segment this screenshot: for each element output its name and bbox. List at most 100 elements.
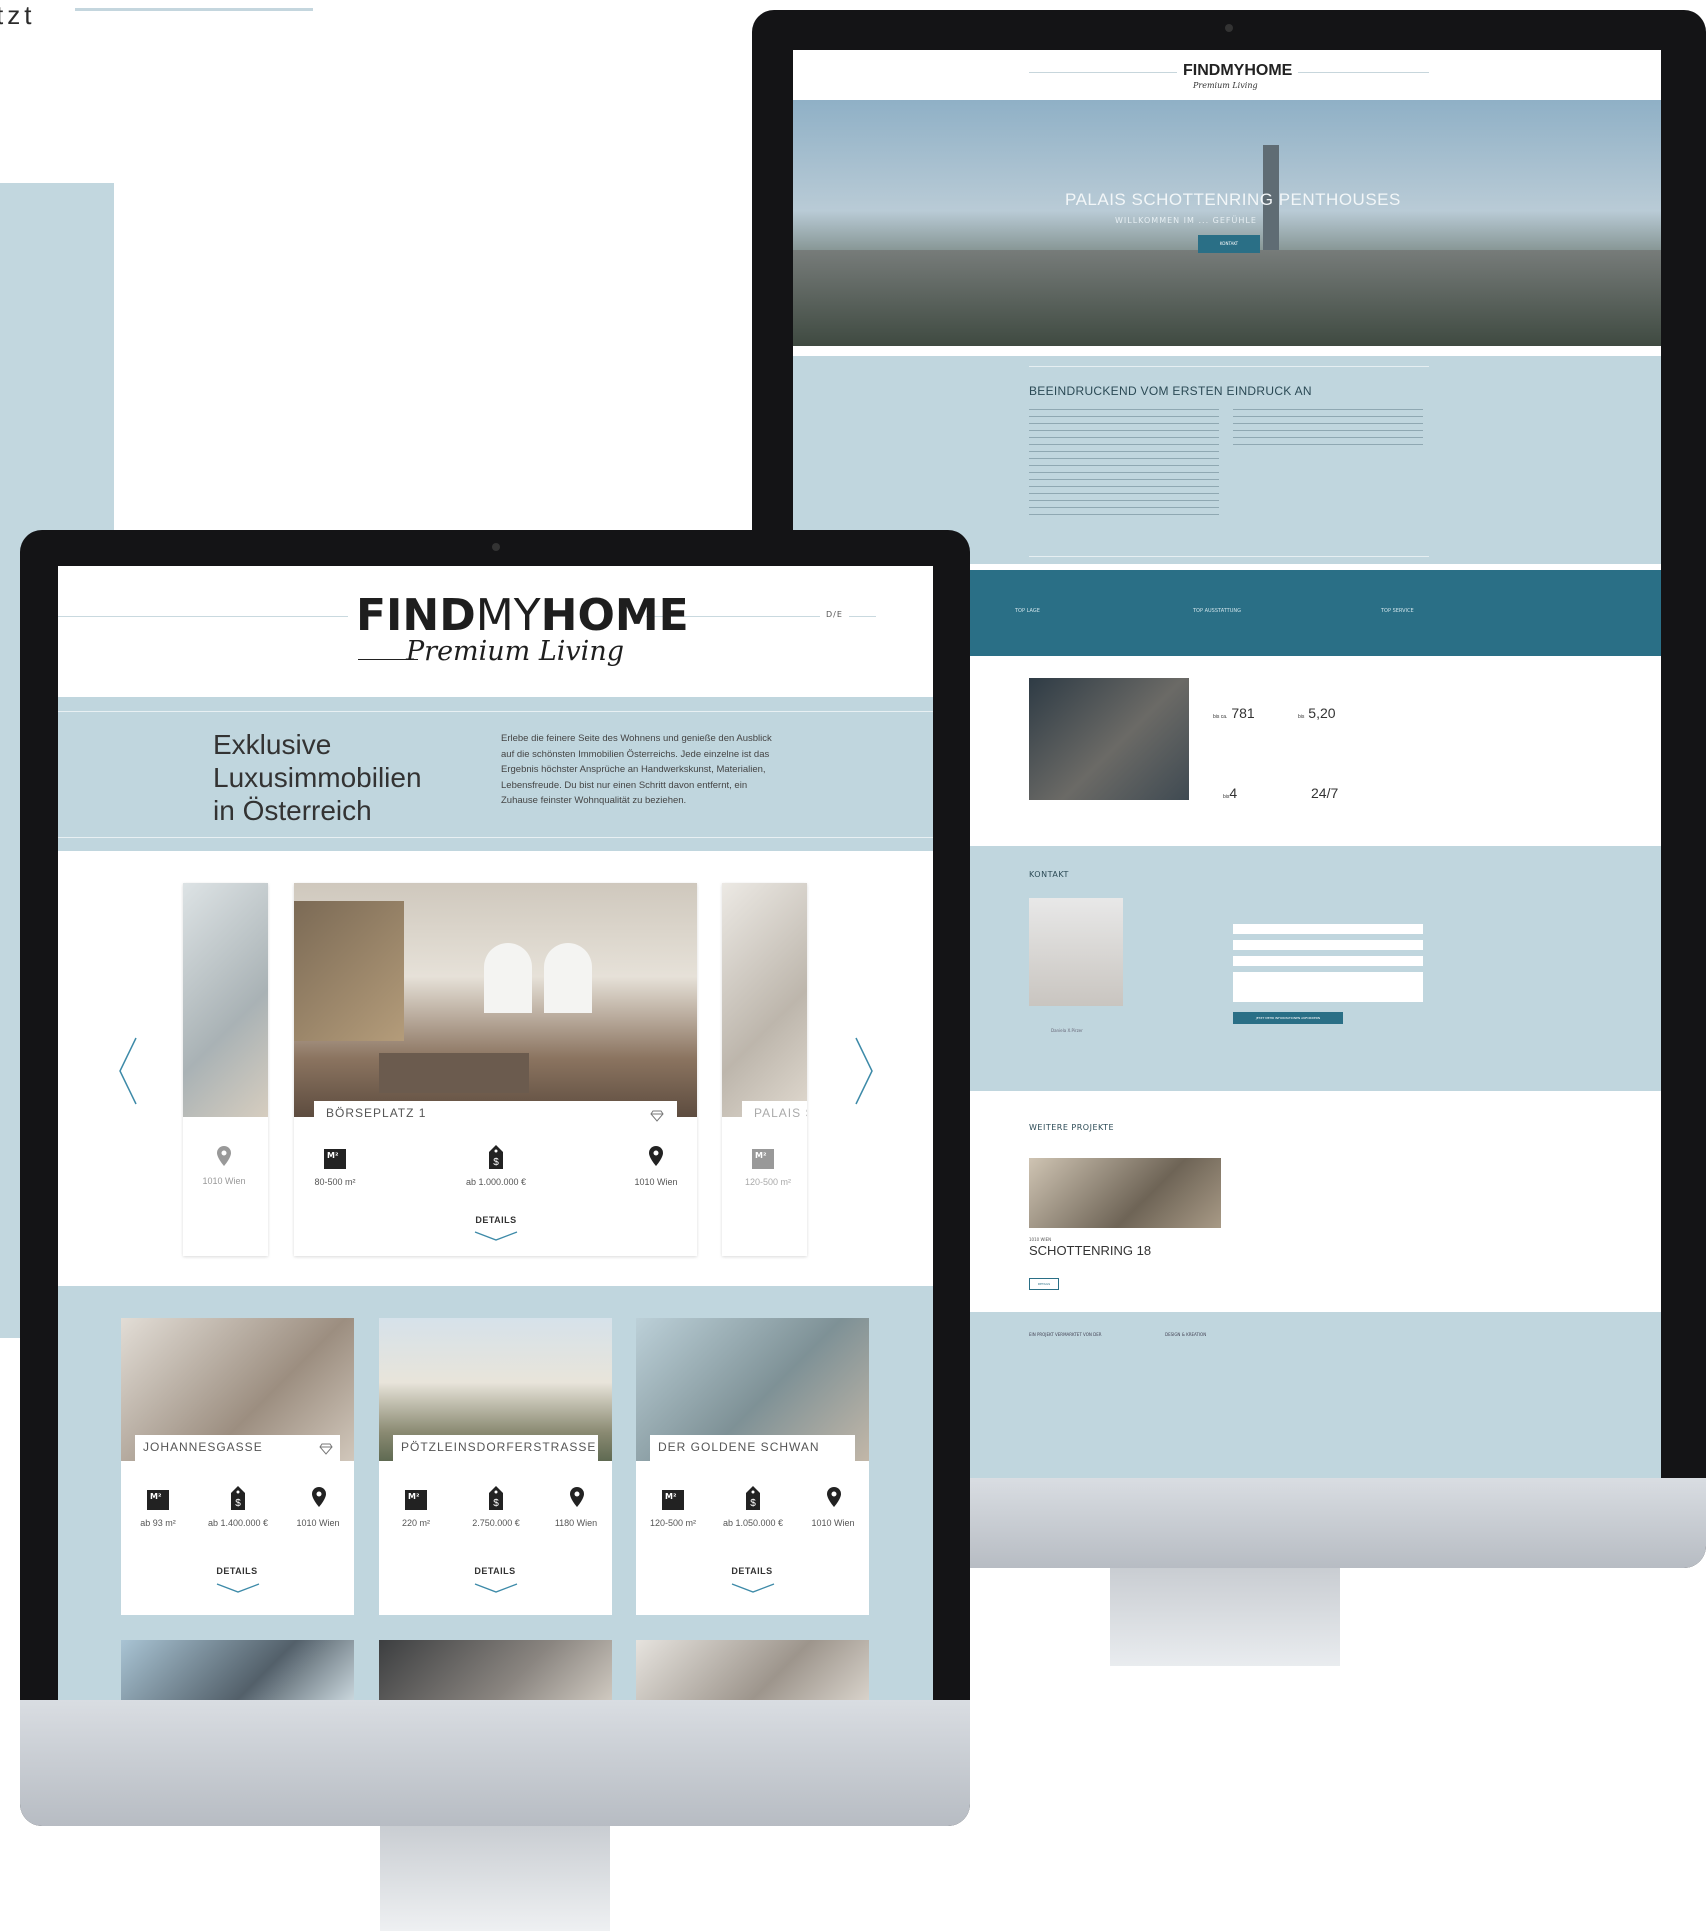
chevron-down-icon[interactable]: [216, 1578, 260, 1593]
back-contact-name: Daniela X.Pirzer: [1051, 1028, 1083, 1033]
details-link[interactable]: DETAILS: [463, 1566, 527, 1576]
card-price: ab 1.400.000 €: [207, 1518, 269, 1528]
back-feature-1: TOP LAGE: [1015, 608, 1040, 614]
back-contact-photo: [1029, 898, 1123, 1006]
price-tag-icon: $: [745, 1485, 761, 1511]
card-location: 1010 Wien: [634, 1177, 678, 1187]
logo-part-my: MY: [475, 590, 541, 641]
carousel-prev-arrow[interactable]: [114, 1036, 144, 1106]
back-hero-title: PALAIS SCHOTTENRING PENTHOUSES: [1065, 190, 1401, 209]
front-monitor-stand: [380, 1826, 610, 1931]
front-monitor-chin: [20, 1700, 970, 1826]
back-feature-2: TOP AUSSTATTUNG: [1193, 608, 1242, 614]
card-size: 80-500 m²: [314, 1177, 356, 1187]
details-link[interactable]: DETAILS: [720, 1566, 784, 1576]
card-size: 120-500 m²: [649, 1518, 697, 1528]
grid-card-row2-3[interactable]: [636, 1640, 869, 1700]
carousel-card-prev[interactable]: 1010 Wien: [183, 883, 268, 1256]
card-price: ab 1.000.000 €: [465, 1177, 527, 1187]
location-pin-icon: [311, 1486, 327, 1508]
grid-card-row2-2[interactable]: [379, 1640, 612, 1700]
back-hero-subtitle: WILLKOMMEN IM ... GEFÜHLE: [1115, 216, 1257, 225]
back-form-input-1[interactable]: [1233, 924, 1423, 934]
details-link[interactable]: DETAILS: [464, 1215, 528, 1225]
intro-headline-line-1: Exklusive: [213, 729, 332, 760]
back-form-input-3[interactable]: [1233, 956, 1423, 966]
card-price: 2.750.000 €: [472, 1518, 520, 1528]
back-form-input-2[interactable]: [1233, 940, 1423, 950]
location-pin-icon: [216, 1145, 232, 1167]
card-size: 220 m²: [401, 1518, 430, 1528]
back-project-button[interactable]: DETAILS: [1029, 1278, 1059, 1290]
back-intro-text-left: [1029, 406, 1219, 516]
card-title: PÖTZLEINSDORFERSTRASSE: [393, 1435, 598, 1463]
location-pin-icon: [826, 1486, 842, 1508]
back-monitor-stand: [1110, 1568, 1340, 1666]
area-m2-icon: M²: [662, 1490, 684, 1510]
area-m2-icon: M²: [752, 1149, 774, 1169]
price-tag-icon: $: [488, 1485, 504, 1511]
diamond-icon: [319, 1440, 333, 1455]
back-hero-button[interactable]: KONTAKT: [1198, 235, 1260, 253]
back-project-city: 1010 WIEN: [1029, 1237, 1052, 1242]
back-stat-2: bis 5,20: [1298, 705, 1336, 721]
grid-card-johannesgasse[interactable]: JOHANNESGASSE M² ab 93 m² $ ab 1.400.000…: [121, 1318, 354, 1615]
location-pin-icon: [648, 1145, 664, 1167]
card-size: ab 93 m²: [140, 1518, 176, 1528]
area-m2-icon: M²: [405, 1490, 427, 1510]
chevron-down-icon[interactable]: [474, 1226, 518, 1241]
card-photo: [722, 883, 807, 1117]
carousel-card-boerseplatz[interactable]: BÖRSEPLATZ 1 M² 80-500 m² $ ab 1.000.000…: [294, 883, 697, 1256]
back-more-title: WEITERE PROJEKTE: [1029, 1123, 1115, 1132]
back-monitor-camera: [1225, 24, 1233, 32]
grid-card-der-goldene-schwan[interactable]: DER GOLDENE SCHWAN M² 120-500 m² $ ab 1.…: [636, 1318, 869, 1615]
card-size: 120-500 m²: [744, 1177, 792, 1187]
back-logo-script: Premium Living: [1193, 81, 1258, 90]
intro-paragraph: Erlebe die feinere Seite des Wohnens und…: [501, 733, 772, 806]
card-price: ab 1.050.000 €: [722, 1518, 784, 1528]
area-m2-icon: M²: [147, 1490, 169, 1510]
back-logo[interactable]: FINDMYHOME: [1177, 62, 1299, 80]
back-stat-1: bis ca. 781: [1213, 705, 1255, 721]
area-m2-icon: M²: [324, 1149, 346, 1169]
details-link[interactable]: DETAILS: [205, 1566, 269, 1576]
svg-text:$: $: [235, 1498, 241, 1509]
grid-card-poetzleinsdorferstrasse[interactable]: PÖTZLEINSDORFERSTRASSE M² 220 m² $ 2.750…: [379, 1318, 612, 1615]
caption-rule: [75, 8, 313, 11]
card-title: JOHANNESGASSE: [135, 1435, 340, 1463]
back-form-textarea[interactable]: [1233, 972, 1423, 1002]
chevron-down-icon[interactable]: [474, 1578, 518, 1593]
carousel-next-arrow[interactable]: [848, 1036, 878, 1106]
back-contact-title: KONTAKT: [1029, 870, 1069, 879]
svg-text:$: $: [493, 1498, 499, 1509]
intro-headline-line-3: in Österreich: [213, 795, 372, 826]
logo-part-find: FIND: [356, 590, 476, 641]
back-feature-3: TOP SERVICE: [1381, 608, 1414, 614]
diamond-icon: [650, 1107, 664, 1122]
back-footer-left: EIN PROJEKT VERMARKTET VON DER: [1029, 1332, 1102, 1337]
card-location: 1010 Wien: [296, 1518, 340, 1528]
grid-card-row2-1[interactable]: [121, 1640, 354, 1700]
card-location: 1010 Wien: [202, 1176, 246, 1186]
logo-part-home: HOME: [540, 590, 689, 641]
front-logo[interactable]: FINDMYHOME: [356, 590, 689, 641]
language-switch[interactable]: D/E: [820, 610, 849, 619]
back-stat-3: bis4: [1223, 785, 1238, 801]
chevron-down-icon[interactable]: [731, 1578, 775, 1593]
back-stat-4: 24/7: [1311, 785, 1339, 801]
card-photo: [294, 883, 697, 1117]
back-form-submit[interactable]: JETZT MEHR INFORMATIONEN ANFORDERN: [1233, 1012, 1343, 1024]
price-tag-icon: $: [230, 1485, 246, 1511]
carousel-card-next[interactable]: PALAIS S M² 120-500 m²: [722, 883, 807, 1256]
svg-text:$: $: [493, 1157, 499, 1168]
price-tag-icon: $: [488, 1144, 504, 1170]
back-footer-right: DESIGN & KREATION: [1165, 1332, 1207, 1337]
back-intro-text-right: [1233, 406, 1423, 446]
page-caption: tzt: [0, 0, 36, 30]
location-pin-icon: [569, 1486, 585, 1508]
card-location: 1180 Wien: [554, 1518, 598, 1528]
back-project-name[interactable]: SCHOTTENRING 18: [1029, 1243, 1151, 1258]
card-title: BÖRSEPLATZ 1: [314, 1101, 677, 1129]
front-monitor-camera: [492, 543, 500, 551]
svg-text:$: $: [750, 1498, 756, 1509]
